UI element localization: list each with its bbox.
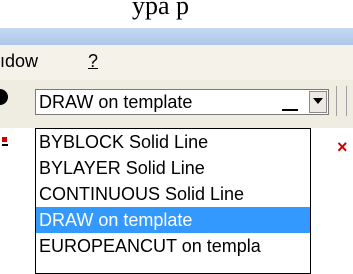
menu-bar: ıdow ? <box>0 45 353 80</box>
menu-item-window[interactable]: ıdow <box>0 51 38 72</box>
properties-toolbar: DRAW on template <box>0 80 353 128</box>
chevron-down-icon <box>313 98 323 104</box>
dropdown-option-europeancut[interactable]: EUROPEANCUT on templa <box>36 233 310 259</box>
close-cross-icon[interactable]: × <box>337 137 348 158</box>
dropdown-option-continuous[interactable]: CONTINUOUS Solid Line <box>36 181 310 207</box>
toolbar-edge-icon <box>2 137 8 146</box>
dropdown-option-bylayer[interactable]: BYLAYER Solid Line <box>36 155 310 181</box>
title-bar <box>0 28 353 45</box>
top-text-fragment: ypa p <box>132 0 190 20</box>
linetype-preview-line <box>282 109 298 111</box>
linetype-dropdown-button[interactable] <box>309 91 327 113</box>
layer-color-icon <box>0 89 8 105</box>
menu-item-help[interactable]: ? <box>88 51 98 72</box>
top-text-strip: ypa p <box>0 0 353 28</box>
linetype-select[interactable]: DRAW on template <box>35 89 329 115</box>
toolbar-separator <box>336 86 337 116</box>
linetype-select-value: DRAW on template <box>39 92 193 112</box>
dropdown-option-byblock[interactable]: BYBLOCK Solid Line <box>36 129 310 155</box>
dropdown-option-draw[interactable]: DRAW on template <box>36 207 310 233</box>
linetype-dropdown-list: BYBLOCK Solid Line BYLAYER Solid Line CO… <box>35 128 311 274</box>
toolbar-separator <box>346 86 347 116</box>
